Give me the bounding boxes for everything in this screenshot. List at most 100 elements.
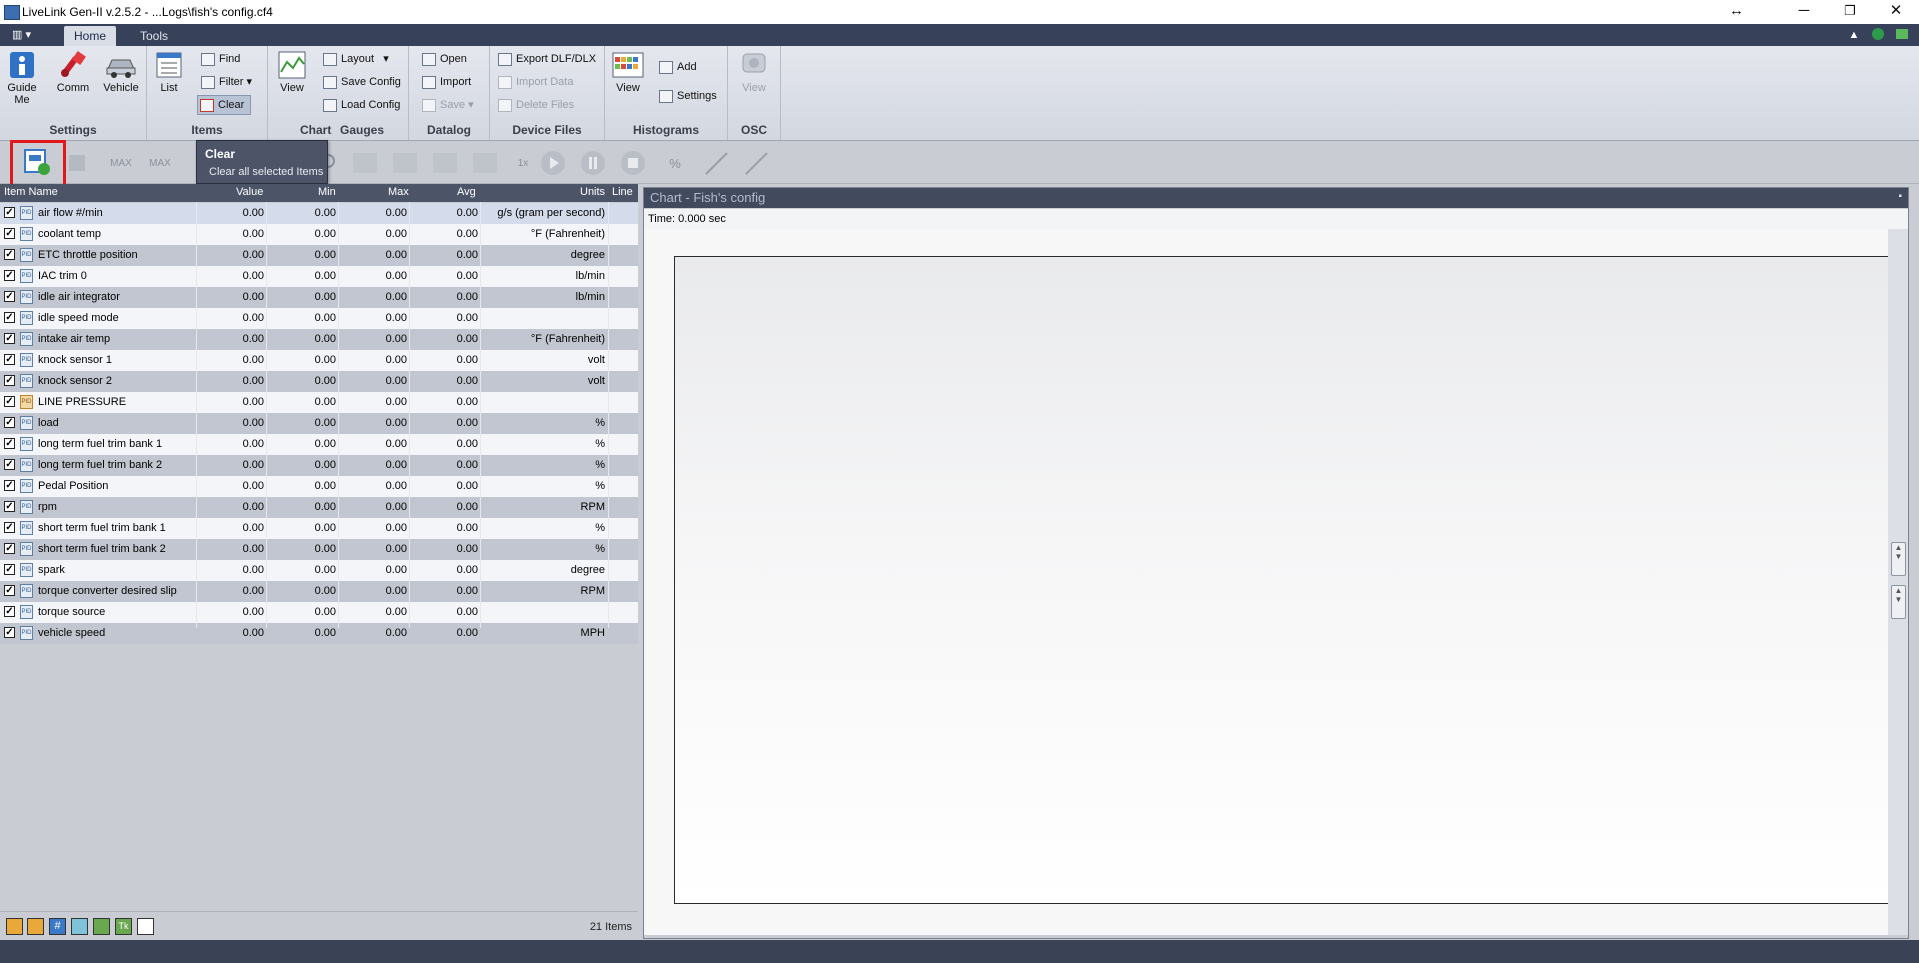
zoom-in-icon[interactable]: ▲ ▼: [1891, 542, 1906, 576]
table-row[interactable]: ✓ PID long term fuel trim bank 2 0.00 0.00 0.…: [0, 455, 638, 476]
row-checkbox[interactable]: ✓: [4, 606, 15, 617]
table-row[interactable]: ✓ PID torque converter desired slip 0.00 0.0…: [0, 581, 638, 602]
play-button[interactable]: [538, 149, 568, 177]
table-row[interactable]: ✓ PID intake air temp 0.00 0.00 0.00 0.00 °F (F…: [0, 329, 638, 350]
restore-button[interactable]: ❐: [1827, 0, 1873, 24]
pin-icon[interactable]: ▪: [1898, 191, 1902, 202]
chart-thumbnail-icon[interactable]: [137, 918, 154, 935]
clear-button[interactable]: Clear: [197, 95, 252, 115]
import-data-button[interactable]: Import Data: [498, 73, 573, 91]
chart-tool-3-icon[interactable]: [430, 149, 460, 177]
histogram-view-button[interactable]: View: [610, 50, 646, 94]
col-value[interactable]: Value: [236, 186, 263, 198]
close-button[interactable]: ✕: [1873, 0, 1919, 24]
table-row[interactable]: ✓ PID knock sensor 2 0.00 0.00 0.00 0.00 volt: [0, 371, 638, 392]
load-config-button[interactable]: Load Config: [323, 96, 400, 114]
update-icon[interactable]: [1893, 27, 1911, 43]
tab-tools[interactable]: Tools: [130, 26, 178, 46]
text-icon[interactable]: Tk: [115, 918, 132, 935]
row-checkbox[interactable]: ✓: [4, 480, 15, 491]
row-checkbox[interactable]: ✓: [4, 543, 15, 554]
row-checkbox[interactable]: ✓: [4, 417, 15, 428]
table-row[interactable]: ✓ PID load 0.00 0.00 0.00 0.00%: [0, 413, 638, 434]
find-button[interactable]: Find: [201, 50, 240, 68]
table-row[interactable]: ✓ PID idle air integrator 0.00 0.00 0.00 0.00 l…: [0, 287, 638, 308]
pause-button[interactable]: [578, 149, 608, 177]
zoom-out-icon[interactable]: ▲ ▼: [1891, 585, 1906, 619]
table-row[interactable]: ✓ PID long term fuel trim bank 1 0.00 0.00 0.…: [0, 434, 638, 455]
playback-speed[interactable]: 1x: [515, 149, 531, 177]
save-button[interactable]: Save ▾: [422, 96, 474, 114]
disconnect-button[interactable]: [62, 149, 92, 177]
osc-view-button[interactable]: View: [736, 50, 772, 94]
edit-icon[interactable]: [27, 918, 44, 935]
cursor-left-icon[interactable]: [702, 149, 732, 177]
col-max[interactable]: Max: [388, 186, 409, 198]
table-row[interactable]: ✓ PID knock sensor 1 0.00 0.00 0.00 0.00 volt: [0, 350, 638, 371]
table-row[interactable]: ✓ PID IAC trim 0 0.00 0.00 0.00 0.00 lb/min: [0, 266, 638, 287]
chart-tool-2-icon[interactable]: [390, 149, 420, 177]
quick-access-menu[interactable]: ▥ ▾: [12, 27, 42, 43]
col-item-name[interactable]: Item Name: [4, 186, 58, 198]
max-button[interactable]: MAX: [106, 149, 136, 177]
pencil-icon[interactable]: [6, 918, 23, 935]
max-all-button[interactable]: MAX: [145, 149, 175, 177]
ribbon-collapse-icon[interactable]: ▲: [1845, 27, 1863, 43]
row-checkbox[interactable]: ✓: [4, 585, 15, 596]
import-button[interactable]: Import: [422, 73, 471, 91]
guide-me-button[interactable]: Guide Me: [4, 50, 40, 106]
col-line[interactable]: Line: [612, 186, 633, 198]
row-checkbox[interactable]: ✓: [4, 396, 15, 407]
table-row[interactable]: ✓ PID ETC throttle position 0.00 0.00 0.00 0.0…: [0, 245, 638, 266]
row-checkbox[interactable]: ✓: [4, 522, 15, 533]
chart-view-button[interactable]: View: [274, 50, 310, 94]
table-row[interactable]: ✓ PID LINE PRESSURE 0.00 0.00 0.00 0.00: [0, 392, 638, 413]
row-checkbox[interactable]: ✓: [4, 375, 15, 386]
display-icon[interactable]: [71, 918, 88, 935]
tab-home[interactable]: Home: [64, 26, 117, 46]
histogram-settings-button[interactable]: Settings: [659, 87, 717, 105]
row-checkbox[interactable]: ✓: [4, 438, 15, 449]
cursor-right-icon[interactable]: [742, 149, 772, 177]
table-row[interactable]: ✓ PID Pedal Position 0.00 0.00 0.00 0.00%: [0, 476, 638, 497]
col-units[interactable]: Units: [580, 186, 605, 198]
table-row[interactable]: ✓ PID rpm 0.00 0.00 0.00 0.00 RPM: [0, 497, 638, 518]
save-config-button[interactable]: Save Config: [323, 73, 401, 91]
filter-button[interactable]: Filter ▾: [201, 73, 252, 91]
hash-icon[interactable]: #: [49, 918, 66, 935]
table-row[interactable]: ✓ PID coolant temp 0.00 0.00 0.00 0.00 °F (Fahr…: [0, 224, 638, 245]
table-row[interactable]: ✓ PID vehicle speed 0.00 0.00 0.00 0.00 MPH: [0, 623, 638, 644]
list-button[interactable]: List: [151, 50, 187, 94]
percent-button[interactable]: %: [660, 149, 690, 177]
chart-tool-4-icon[interactable]: [470, 149, 500, 177]
stop-button[interactable]: [618, 149, 648, 177]
table-row[interactable]: ✓ PID spark 0.00 0.00 0.00 0.00 degree: [0, 560, 638, 581]
minimize-button[interactable]: ─: [1781, 0, 1827, 24]
row-checkbox[interactable]: ✓: [4, 333, 15, 344]
delete-files-button[interactable]: Delete Files: [498, 96, 574, 114]
row-checkbox[interactable]: ✓: [4, 270, 15, 281]
row-checkbox[interactable]: ✓: [4, 564, 15, 575]
row-checkbox[interactable]: ✓: [4, 249, 15, 260]
open-button[interactable]: Open: [422, 50, 467, 68]
table-row[interactable]: ✓ PID torque source 0.00 0.00 0.00 0.00: [0, 602, 638, 623]
col-min[interactable]: Min: [318, 186, 336, 198]
export-dlf-button[interactable]: Export DLF/DLX: [498, 50, 596, 68]
chart-plot-area[interactable]: [674, 256, 1894, 904]
row-checkbox[interactable]: ✓: [4, 207, 15, 218]
chart-tool-1-icon[interactable]: [350, 149, 380, 177]
vehicle-button[interactable]: Vehicle: [100, 50, 142, 94]
row-checkbox[interactable]: ✓: [4, 312, 15, 323]
row-checkbox[interactable]: ✓: [4, 627, 15, 638]
row-checkbox[interactable]: ✓: [4, 354, 15, 365]
row-checkbox[interactable]: ✓: [4, 459, 15, 470]
col-avg[interactable]: Avg: [457, 186, 476, 198]
line-icon[interactable]: [93, 918, 110, 935]
table-row[interactable]: ✓ PID air flow #/min 0.00 0.00 0.00 0.00 g/s (g…: [0, 203, 638, 224]
row-checkbox[interactable]: ✓: [4, 228, 15, 239]
table-row[interactable]: ✓ PID short term fuel trim bank 1 0.00 0.00 0…: [0, 518, 638, 539]
layout-button[interactable]: Layout ▾: [323, 50, 389, 68]
row-checkbox[interactable]: ✓: [4, 291, 15, 302]
table-row[interactable]: ✓ PID idle speed mode 0.00 0.00 0.00 0.00: [0, 308, 638, 329]
comm-button[interactable]: Comm: [54, 50, 92, 94]
